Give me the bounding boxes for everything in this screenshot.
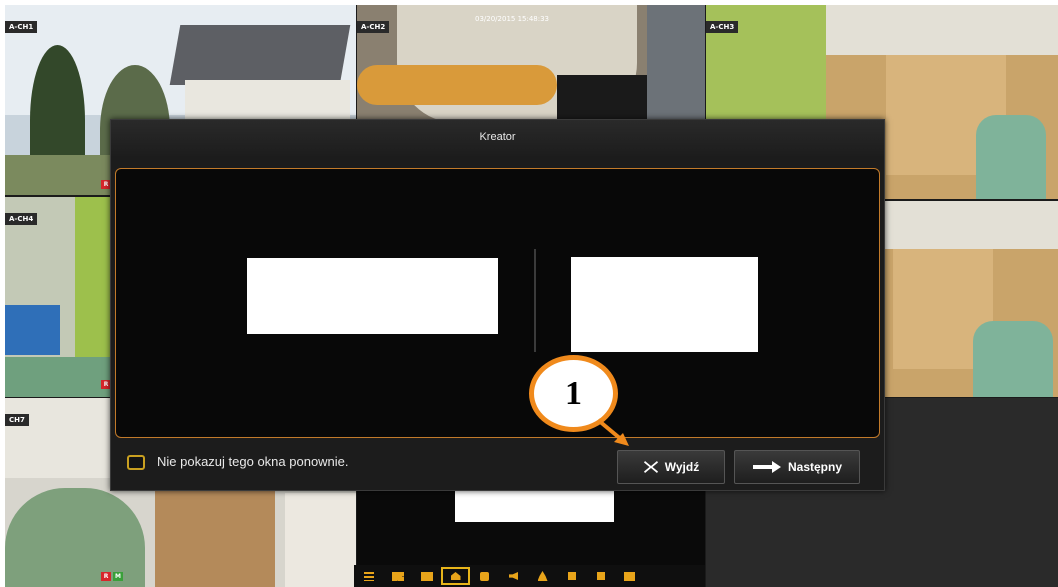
- content-divider: [534, 249, 536, 352]
- arrow-right-icon: [752, 460, 782, 474]
- dont-show-label: Nie pokazuj tego okna ponownie.: [157, 454, 349, 469]
- camera-label: A-CH4: [5, 213, 38, 225]
- wizard-dialog: Kreator Nie pokazuj tego okna ponownie. …: [110, 119, 885, 491]
- layout-4-icon[interactable]: [383, 567, 412, 585]
- callout-number: 1: [565, 374, 582, 412]
- next-button[interactable]: Następny: [734, 450, 860, 484]
- camera-tile-ch4[interactable]: A-CH4 R: [5, 197, 113, 397]
- audio-icon[interactable]: [499, 567, 528, 585]
- sequence-icon[interactable]: [615, 567, 644, 585]
- dont-show-checkbox[interactable]: [127, 455, 145, 470]
- layout-9-icon[interactable]: [412, 567, 441, 585]
- camera-label: A-CH1: [5, 21, 38, 33]
- camera-label: A-CH2: [357, 21, 390, 33]
- dvr-taskbar: [354, 565, 705, 587]
- menu-icon[interactable]: [354, 567, 383, 585]
- record-indicator: R: [101, 572, 111, 581]
- timestamp: 03/20/2015 15:48:33: [475, 15, 550, 23]
- record-icon[interactable]: [557, 567, 586, 585]
- camera-label: A-CH3: [706, 21, 739, 33]
- camera-label: CH7: [5, 414, 29, 426]
- exit-button[interactable]: Wyjdź: [617, 450, 725, 484]
- ptz-icon[interactable]: [528, 567, 557, 585]
- playback-icon[interactable]: [586, 567, 615, 585]
- callout-arrow-icon: [596, 418, 629, 446]
- redacted-block-right: [571, 257, 758, 352]
- home-icon[interactable]: [441, 567, 470, 585]
- next-button-label: Następny: [787, 460, 843, 474]
- dialog-title: Kreator: [111, 120, 884, 158]
- redacted-block-left: [247, 258, 498, 334]
- exit-button-label: Wyjdź: [664, 460, 700, 474]
- camera-tile-ch6[interactable]: [883, 201, 1058, 397]
- close-icon: [643, 460, 659, 474]
- motion-indicator: M: [113, 572, 123, 581]
- dialog-content: [115, 168, 880, 438]
- capture-icon[interactable]: [470, 567, 499, 585]
